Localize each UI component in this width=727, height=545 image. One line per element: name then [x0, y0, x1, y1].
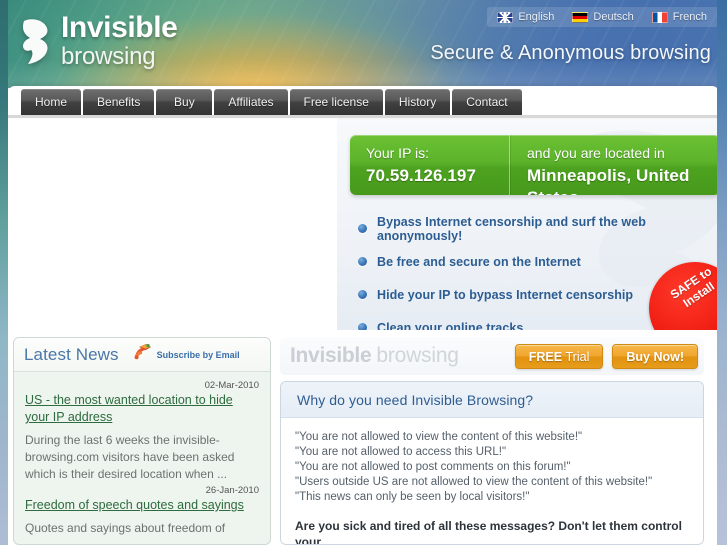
benefit-item: Be free and secure on the Internet — [358, 249, 719, 274]
benefit-label: Bypass Internet censorship and surf the … — [377, 214, 646, 243]
logo-wordmark: Invisible browsing — [61, 11, 178, 70]
main-navigation: Home Benefits Buy Affiliates Free licens… — [8, 86, 719, 118]
language-label-deutsch: Deutsch — [593, 11, 634, 23]
promo-column: Invisible browsing FREE Trial Buy Now! W… — [280, 337, 704, 545]
logo-word-browsing: browsing — [61, 43, 156, 70]
promo-brand-bar: Invisible browsing FREE Trial Buy Now! — [280, 337, 704, 375]
benefit-label: Clean your online tracks — [377, 320, 524, 331]
buy-now-label: Buy Now! — [626, 349, 684, 364]
content-columns: Latest News Subscribe by Email 02-Mar-20… — [8, 332, 719, 545]
nav-tab-contact[interactable]: Contact — [452, 89, 522, 115]
free-trial-strong: FREE — [528, 349, 563, 364]
ip-info-bar: Your IP is: 70.59.126.197 and you are lo… — [350, 135, 719, 195]
bullet-dot-icon — [358, 224, 367, 233]
news-headline-link[interactable]: Freedom of speech quotes and sayings — [25, 497, 259, 514]
free-trial-button[interactable]: FREE Trial — [514, 343, 604, 369]
nav-tab-history[interactable]: History — [384, 89, 451, 115]
site-header: Invisible browsing English Deutsch Frenc… — [0, 0, 727, 88]
why-panel-body: "You are not allowed to view the content… — [281, 418, 703, 545]
news-date: 26-Jan-2010 — [205, 485, 259, 496]
flag-fr-icon — [651, 11, 668, 23]
location-label: and you are located in — [527, 145, 665, 161]
why-panel-title: Why do you need Invisible Browsing? — [297, 391, 534, 408]
benefit-label: Hide your IP to bypass Internet censorsh… — [377, 287, 634, 302]
language-label-french: French — [672, 11, 707, 23]
site-logo[interactable]: Invisible browsing — [18, 11, 178, 70]
blocked-quote: "Users outside US are not allowed to vie… — [295, 476, 653, 488]
flag-uk-icon — [497, 11, 514, 23]
latest-news-panel: Latest News Subscribe by Email 02-Mar-20… — [13, 337, 271, 545]
page-root: Invisible browsing English Deutsch Frenc… — [0, 0, 727, 545]
news-headline-link[interactable]: US - the most wanted location to hide yo… — [25, 392, 259, 426]
site-tagline: Secure & Anonymous browsing — [430, 42, 711, 64]
why-panel-header: Why do you need Invisible Browsing? — [281, 382, 703, 418]
subscribe-label: Subscribe by Email — [156, 349, 240, 360]
bullet-dot-icon — [358, 257, 367, 266]
flag-de-icon — [572, 11, 589, 23]
subscribe-by-email-link[interactable]: Subscribe by Email — [133, 343, 240, 366]
ghost-logo-icon — [18, 17, 52, 65]
ip-label: Your IP is: — [366, 145, 430, 161]
ip-value: 70.59.126.197 — [366, 166, 477, 185]
language-selector[interactable]: English Deutsch French — [487, 7, 719, 27]
news-item: 26-Jan-2010 Freedom of speech quotes and… — [25, 485, 259, 537]
why-panel: Why do you need Invisible Browsing? "You… — [280, 381, 704, 545]
benefit-label: Be free and secure on the Internet — [377, 254, 581, 269]
bullet-dot-icon — [358, 323, 367, 330]
blocked-quote: "You are not allowed to view the content… — [295, 431, 583, 443]
location-cell: and you are located in Minneapolis, Unit… — [510, 135, 719, 195]
nav-tab-affiliates[interactable]: Affiliates — [214, 89, 288, 115]
promo-brand-word2: browsing — [376, 344, 459, 367]
hero-section: SAFE to Install Your IP is: 70.59.126.19… — [8, 118, 719, 330]
nav-tab-buy[interactable]: Buy — [156, 89, 213, 115]
nav-tab-benefits[interactable]: Benefits — [83, 89, 155, 115]
nav-underline — [8, 115, 719, 118]
language-option-english[interactable]: English — [497, 11, 554, 23]
news-item: 02-Mar-2010 US - the most wanted locatio… — [25, 380, 259, 483]
promo-brand-word1: Invisible — [290, 344, 372, 367]
blocked-quote: "You are not allowed to post comments on… — [295, 461, 571, 473]
logo-word-invisible: Invisible — [61, 11, 178, 44]
location-value: Minneapolis, United States — [527, 166, 690, 195]
rss-email-icon — [133, 343, 152, 366]
nav-tab-list: Home Benefits Buy Affiliates Free licens… — [21, 89, 522, 115]
free-trial-light: Trial — [565, 349, 590, 364]
news-date: 02-Mar-2010 — [204, 380, 259, 391]
bullet-dot-icon — [358, 290, 367, 299]
news-panel-header: Latest News Subscribe by Email — [14, 338, 270, 372]
news-list: 02-Mar-2010 US - the most wanted locatio… — [14, 372, 270, 537]
language-option-deutsch[interactable]: Deutsch — [572, 11, 634, 23]
promo-cta-text: Are you sick and tired of all these mess… — [295, 519, 682, 545]
blocked-quote: "You are not allowed to access this URL!… — [295, 446, 507, 458]
benefit-item: Bypass Internet censorship and surf the … — [358, 214, 719, 243]
ip-cell: Your IP is: 70.59.126.197 — [350, 135, 510, 195]
buy-now-button[interactable]: Buy Now! — [612, 343, 698, 369]
news-summary: Quotes and sayings about freedom of — [25, 521, 226, 535]
nav-tab-free-license[interactable]: Free license — [289, 89, 383, 115]
language-label-english: English — [518, 11, 555, 23]
news-summary: During the last 6 weeks the invisible-br… — [25, 433, 235, 481]
language-option-french[interactable]: French — [651, 11, 707, 23]
promo-buttons: FREE Trial Buy Now! — [514, 343, 698, 369]
blocked-quote: "This news can only be seen by local vis… — [295, 491, 530, 503]
nav-tab-home[interactable]: Home — [21, 89, 82, 115]
news-panel-title: Latest News — [24, 344, 119, 364]
